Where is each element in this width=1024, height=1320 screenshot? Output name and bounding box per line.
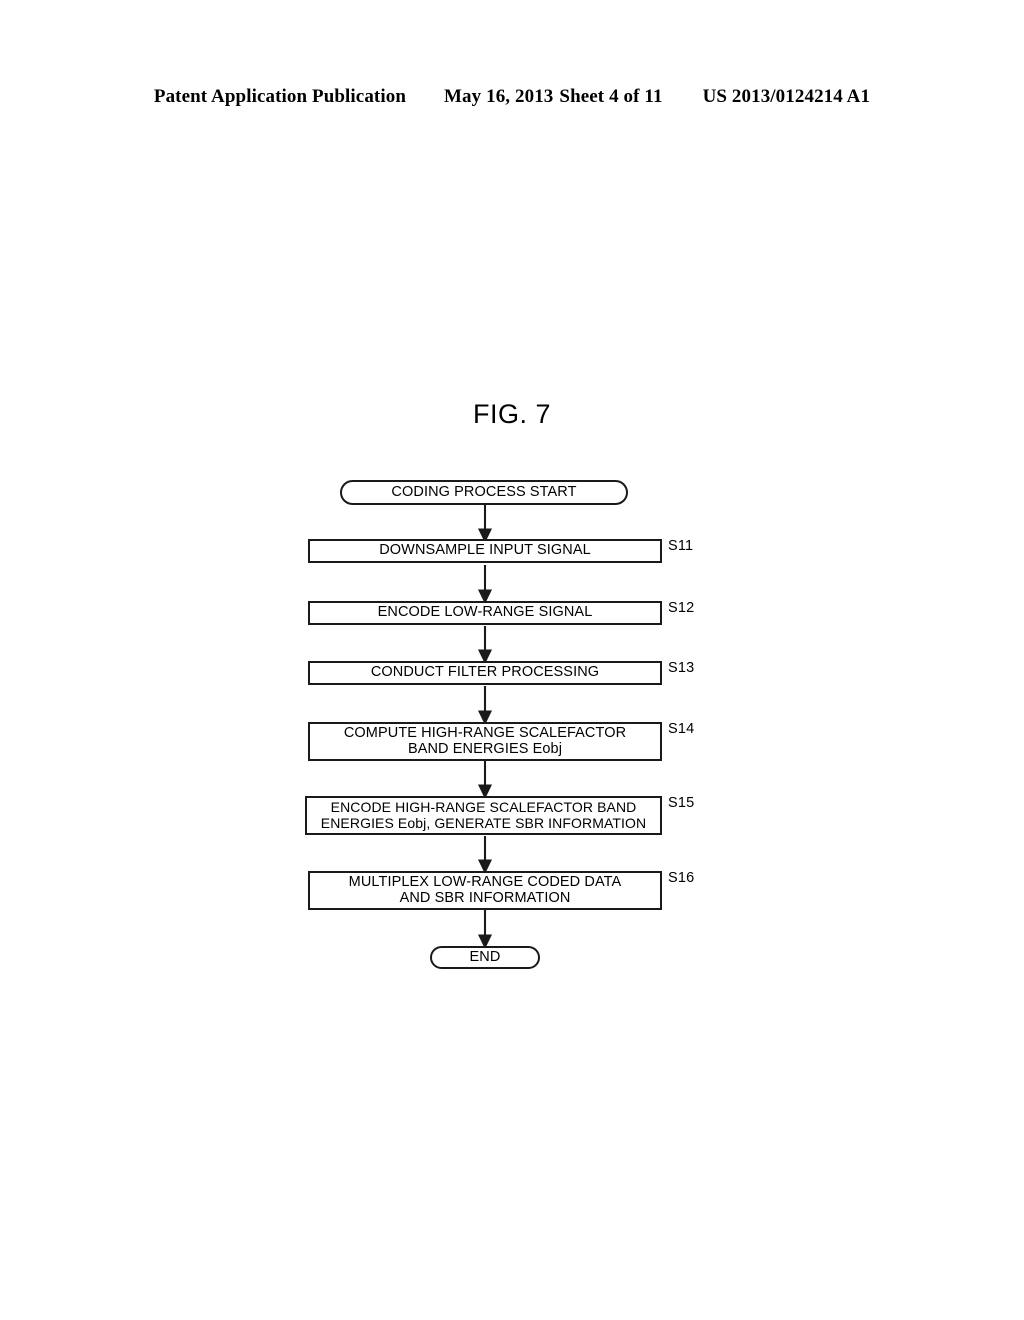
flow-node-s13-label: CONDUCT FILTER PROCESSING [370, 664, 600, 681]
step-label-s15: S15 [668, 795, 695, 811]
flow-node-s15-label-line2: ENERGIES Eobj, GENERATE SBR INFORMATION [320, 814, 647, 831]
flowchart-connectors [477, 505, 493, 949]
flow-node-s11-label: DOWNSAMPLE INPUT SIGNAL [379, 542, 591, 559]
step-label-s16: S16 [668, 870, 695, 886]
step-label-s12: S12 [668, 600, 695, 616]
flow-node-s14-label-line2: BAND ENERGIES Eobj [407, 740, 563, 757]
flow-node-s12-label: ENCODE LOW-RANGE SIGNAL [377, 604, 593, 621]
step-label-s11: S11 [668, 538, 694, 554]
flow-node-start-label: CODING PROCESS START [391, 483, 577, 500]
flow-node-s15[interactable]: ENCODE HIGH-RANGE SCALEFACTOR BAND ENERG… [305, 796, 662, 835]
flow-node-s16[interactable]: MULTIPLEX LOW-RANGE CODED DATA AND SBR I… [308, 871, 662, 910]
flow-node-s11[interactable]: DOWNSAMPLE INPUT SIGNAL [308, 539, 662, 563]
flow-node-s16-label-line2: AND SBR INFORMATION [399, 889, 571, 906]
flow-node-start[interactable]: CODING PROCESS START [340, 480, 628, 505]
flow-node-s13[interactable]: CONDUCT FILTER PROCESSING [308, 661, 662, 685]
flowchart-diagram: CODING PROCESS START DOWNSAMPLE INPUT SI… [0, 0, 1024, 1320]
flow-node-s12[interactable]: ENCODE LOW-RANGE SIGNAL [308, 601, 662, 625]
flow-node-end[interactable]: END [430, 946, 540, 969]
step-label-s14: S14 [668, 721, 695, 737]
step-label-s13: S13 [668, 660, 695, 676]
flow-node-end-label: END [469, 948, 501, 965]
flow-node-s15-label-line1: ENCODE HIGH-RANGE SCALEFACTOR BAND [330, 799, 637, 815]
flow-node-s14[interactable]: COMPUTE HIGH-RANGE SCALEFACTOR BAND ENER… [308, 722, 662, 761]
flow-node-s14-label-line1: COMPUTE HIGH-RANGE SCALEFACTOR [343, 725, 627, 741]
flow-node-s16-label-line1: MULTIPLEX LOW-RANGE CODED DATA [348, 874, 622, 890]
